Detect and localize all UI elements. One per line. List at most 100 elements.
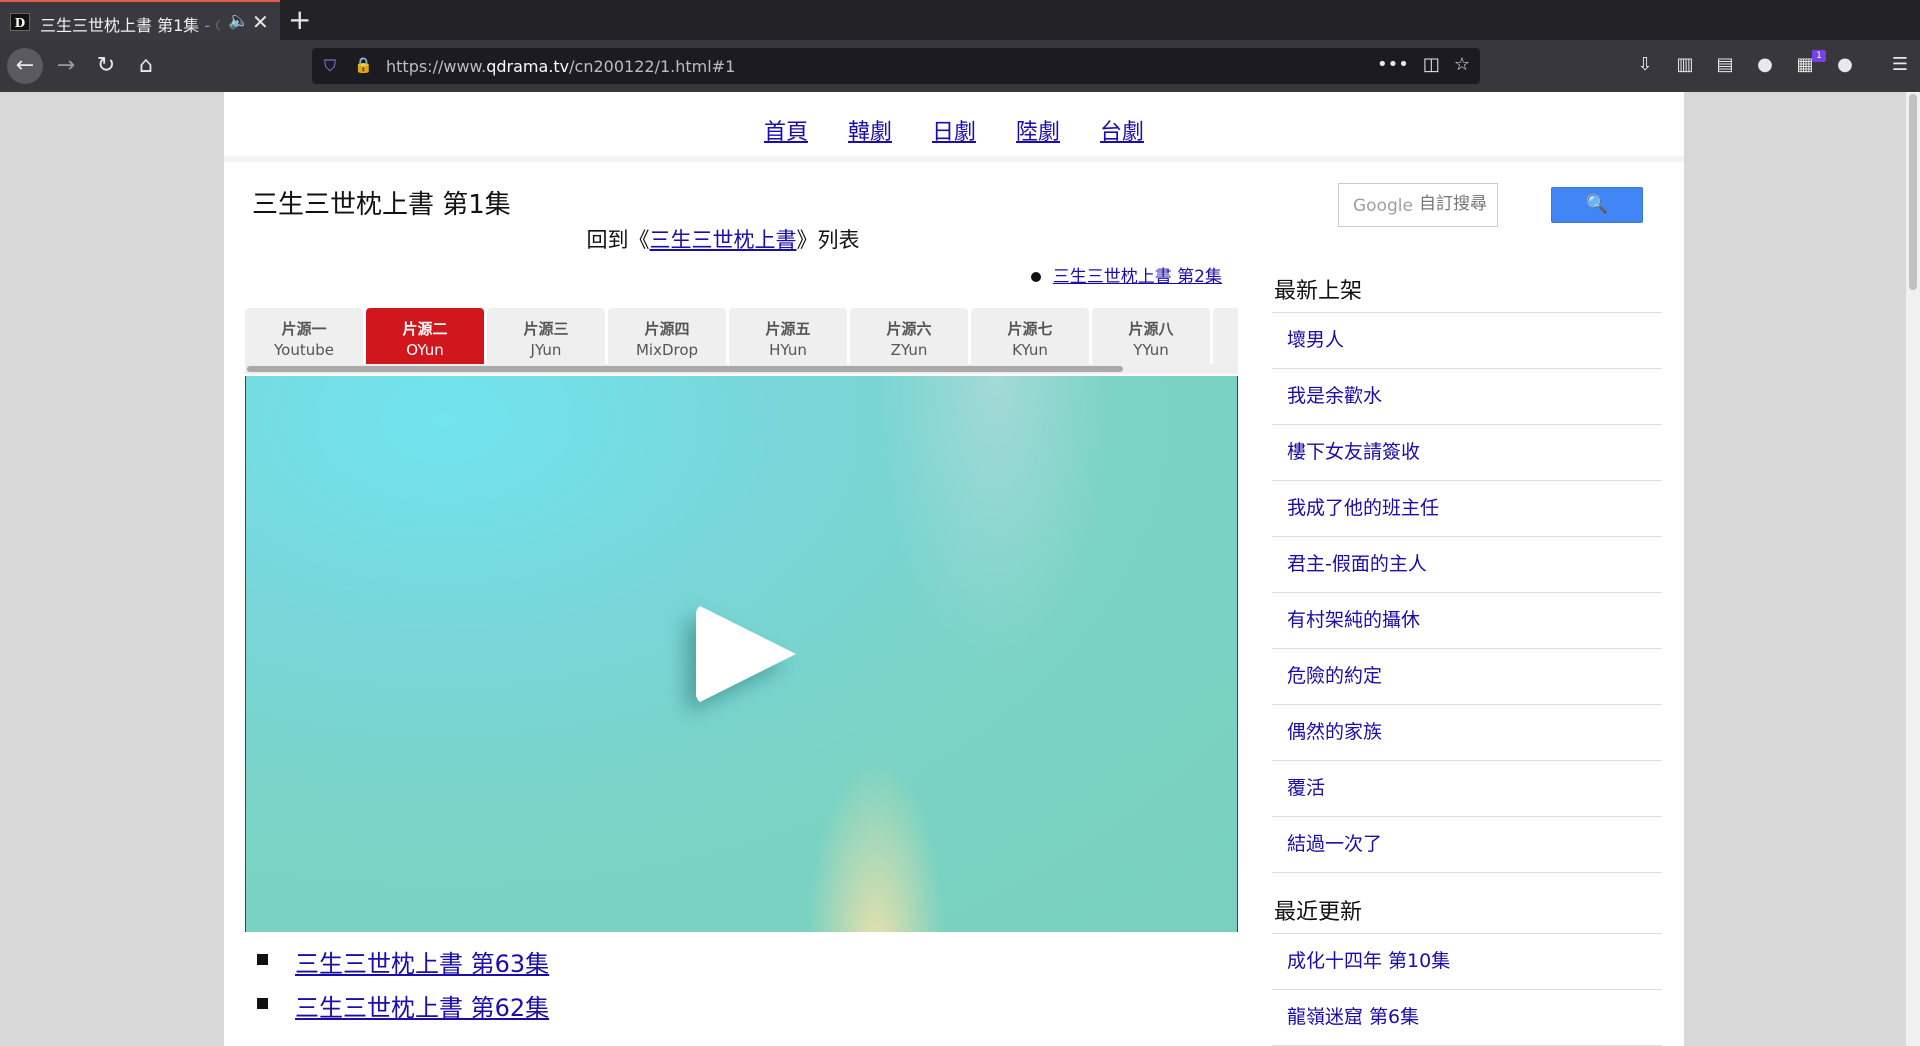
tab-title-fade: [190, 10, 224, 34]
account-icon[interactable]: ●: [1745, 54, 1785, 75]
sidebar-link[interactable]: 危險的約定: [1287, 665, 1382, 687]
list-item: 我是余歡水: [1272, 369, 1662, 425]
player-beam: [806, 756, 946, 932]
speaker-icon[interactable]: 🔈: [228, 11, 249, 31]
sidebar-link[interactable]: 成化十四年 第10集: [1287, 950, 1450, 972]
source-name: 片源三: [523, 320, 569, 338]
back-prefix: 回到《: [586, 228, 650, 252]
lock-icon[interactable]: 🔒: [354, 56, 373, 74]
video-player[interactable]: [245, 376, 1238, 932]
close-tab-icon[interactable]: ✕: [252, 10, 269, 34]
url-actions: ••• ◫ ☆: [1363, 54, 1470, 75]
nav-japanese[interactable]: 日劇: [932, 114, 976, 146]
sidebar: 最新上架 壞男人 我是余歡水 樓下女友請簽收 我成了他的班主任 君主-假面的主人…: [1272, 272, 1662, 1046]
list-item: 有村架純的攝休: [1272, 593, 1662, 649]
search-button[interactable]: 🔍: [1551, 187, 1643, 223]
menu-icon[interactable]: ☰: [1865, 54, 1920, 75]
list-item: 三生三世枕上書 第62集: [255, 988, 549, 1032]
source-name: 片源八: [1128, 320, 1174, 338]
source-host: JYun: [530, 341, 562, 359]
reload-icon[interactable]: ↻: [90, 50, 122, 82]
downloads-icon[interactable]: ⇩: [1625, 54, 1665, 75]
source-tab-6[interactable]: 片源六 ZYun: [850, 308, 968, 364]
extension-badge: 1: [1812, 50, 1826, 62]
episode-link[interactable]: 三生三世枕上書 第63集: [295, 950, 549, 978]
source-tab-7[interactable]: 片源七 KYun: [971, 308, 1089, 364]
search-input-box[interactable]: Google: [1338, 183, 1499, 227]
nav-mainland[interactable]: 陸劇: [1016, 114, 1060, 146]
sidebar-link[interactable]: 我是余歡水: [1287, 385, 1382, 407]
page-viewport: 首頁 韓劇 日劇 陸劇 台劇 三生三世枕上書 第1集 回到《三生三世枕上書》列表 三生三…: [0, 92, 1920, 1046]
source-name: 片源四: [644, 320, 690, 338]
next-episode-link[interactable]: 三生三世枕上書 第2集: [1053, 267, 1222, 287]
back-arrow-icon[interactable]: ←: [7, 48, 43, 84]
source-tab-1[interactable]: 片源一 Youtube: [245, 308, 363, 364]
bullet-icon: [257, 998, 268, 1009]
back-to-list: 回到《三生三世枕上書》列表: [224, 224, 1222, 254]
new-tab-icon[interactable]: +: [288, 3, 311, 36]
play-icon[interactable]: [696, 604, 796, 704]
sidebar-link[interactable]: 有村架純的攝休: [1287, 609, 1420, 631]
browser-tab[interactable]: D 三生三世枕上書 第1集 - Q 🔈 ✕: [0, 0, 280, 40]
sidebar-icon[interactable]: ▤: [1705, 54, 1745, 75]
site-nav: 首頁 韓劇 日劇 陸劇 台劇: [224, 92, 1684, 162]
address-bar[interactable]: ⛉ 🔒 https://www.qdrama.tv/cn200122/1.htm…: [312, 48, 1480, 84]
list-item: 龍嶺迷窟 第6集: [1272, 990, 1662, 1046]
search-icon: 🔍: [1585, 194, 1609, 215]
source-tab-2[interactable]: 片源二 OYun: [366, 308, 484, 364]
nav-taiwan[interactable]: 台劇: [1100, 114, 1144, 146]
source-tab-4[interactable]: 片源四 MixDrop: [608, 308, 726, 364]
back-suffix: 》列表: [796, 228, 860, 252]
sidebar-link[interactable]: 偶然的家族: [1287, 721, 1382, 743]
bookmark-star-icon[interactable]: ☆: [1454, 54, 1470, 75]
source-host: KYun: [1012, 341, 1048, 359]
url-path: /cn200122/1.html#1: [569, 57, 736, 76]
source-name: 片源六: [886, 320, 932, 338]
bullet-icon: [1030, 272, 1041, 282]
page-scroll-thumb[interactable]: [1909, 94, 1917, 290]
source-tabs-scroll-thumb[interactable]: [247, 366, 1123, 372]
source-tab-8[interactable]: 片源八 YYun: [1092, 308, 1210, 364]
sidebar-link[interactable]: 壞男人: [1287, 329, 1344, 351]
source-tab-3[interactable]: 片源三 JYun: [487, 308, 605, 364]
source-tabs-scrollbar[interactable]: [245, 364, 1238, 374]
list-item: 覆活: [1272, 761, 1662, 817]
recent-updates-heading: 最近更新: [1272, 893, 1662, 934]
site-favicon-icon: D: [10, 13, 30, 31]
home-icon[interactable]: ⌂: [130, 50, 162, 82]
google-logo: Google: [1353, 196, 1413, 216]
sidebar-link[interactable]: 我成了他的班主任: [1287, 497, 1439, 519]
chat-icon[interactable]: ●: [1825, 54, 1865, 75]
nav-home[interactable]: 首頁: [764, 114, 808, 146]
list-item: 我成了他的班主任: [1272, 481, 1662, 537]
sidebar-link[interactable]: 龍嶺迷窟 第6集: [1287, 1006, 1419, 1028]
nav-korean[interactable]: 韓劇: [848, 114, 892, 146]
list-item: 樓下女友請簽收: [1272, 425, 1662, 481]
url-prefix: https://www.: [386, 57, 487, 76]
sidebar-link[interactable]: 君主-假面的主人: [1287, 553, 1427, 575]
page-scrollbar[interactable]: [1906, 92, 1920, 1046]
forward-arrow-icon[interactable]: →: [50, 50, 82, 82]
sidebar-link[interactable]: 樓下女友請簽收: [1287, 441, 1420, 463]
list-item: 三生三世枕上書 第63集: [255, 944, 549, 988]
page-actions-icon[interactable]: •••: [1377, 54, 1409, 75]
series-link[interactable]: 三生三世枕上書: [650, 228, 797, 252]
pocket-icon[interactable]: ◫: [1423, 54, 1440, 75]
toolbar-icons: ⇩ ▥ ▤ ● ▦ ● ☰: [1625, 54, 1920, 75]
url-text[interactable]: https://www.qdrama.tv/cn200122/1.html#1: [386, 57, 735, 76]
search-input[interactable]: [1417, 193, 1499, 215]
episode-link[interactable]: 三生三世枕上書 第62集: [295, 994, 549, 1022]
source-tab-9[interactable]: [1213, 308, 1238, 364]
source-name: 片源二: [402, 320, 448, 338]
library-icon[interactable]: ▥: [1665, 54, 1705, 75]
source-tab-5[interactable]: 片源五 HYun: [729, 308, 847, 364]
sidebar-link[interactable]: 覆活: [1287, 777, 1325, 799]
bullet-icon: [257, 954, 268, 965]
new-releases-list: 壞男人 我是余歡水 樓下女友請簽收 我成了他的班主任 君主-假面的主人 有村架純…: [1272, 313, 1662, 873]
list-item: 成化十四年 第10集: [1272, 934, 1662, 990]
sidebar-link[interactable]: 結過一次了: [1287, 833, 1382, 855]
source-name: 片源七: [1007, 320, 1053, 338]
tracking-shield-icon[interactable]: ⛉: [324, 56, 336, 76]
list-item: 君主-假面的主人: [1272, 537, 1662, 593]
list-item: 偶然的家族: [1272, 705, 1662, 761]
